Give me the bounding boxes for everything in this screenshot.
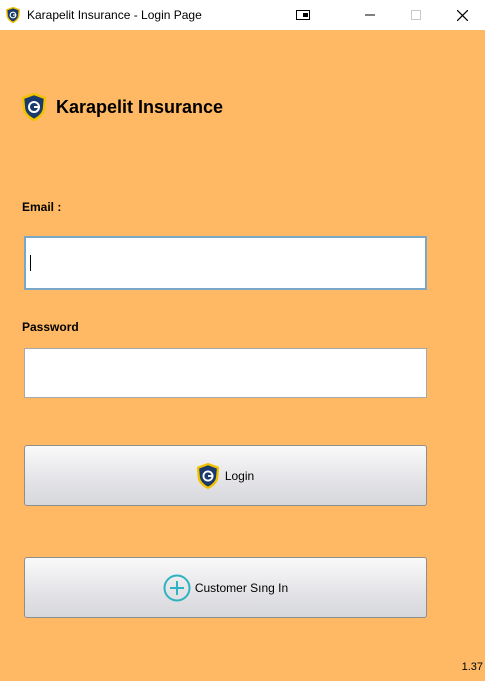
text-caret: [30, 255, 31, 271]
plus-circle-icon: [163, 574, 191, 601]
version-label: 1.37: [461, 661, 483, 673]
customer-signin-label: Customer Sıng In: [194, 580, 289, 595]
maximize-button[interactable]: [393, 0, 439, 30]
brand-name: Karapelit Insurance: [56, 96, 224, 117]
shield-icon: [196, 462, 219, 489]
login-button[interactable]: Login: [24, 445, 427, 506]
close-button[interactable]: [439, 0, 485, 30]
login-button-label: Login: [224, 468, 255, 483]
app-shield-icon: [6, 7, 20, 23]
snap-layout-icon[interactable]: [280, 0, 326, 30]
minimize-button[interactable]: [347, 0, 393, 30]
password-label: Password: [22, 320, 79, 334]
customer-signin-button[interactable]: Customer Sıng In: [24, 557, 427, 618]
password-field[interactable]: [24, 348, 427, 398]
brand-header: Karapelit Insurance: [22, 93, 223, 121]
brand-shield-icon: [22, 93, 46, 121]
email-field[interactable]: [24, 236, 427, 290]
window-title: Karapelit Insurance - Login Page: [27, 8, 202, 22]
email-label: Email :: [22, 200, 62, 214]
title-bar: Karapelit Insurance - Login Page: [0, 0, 485, 30]
